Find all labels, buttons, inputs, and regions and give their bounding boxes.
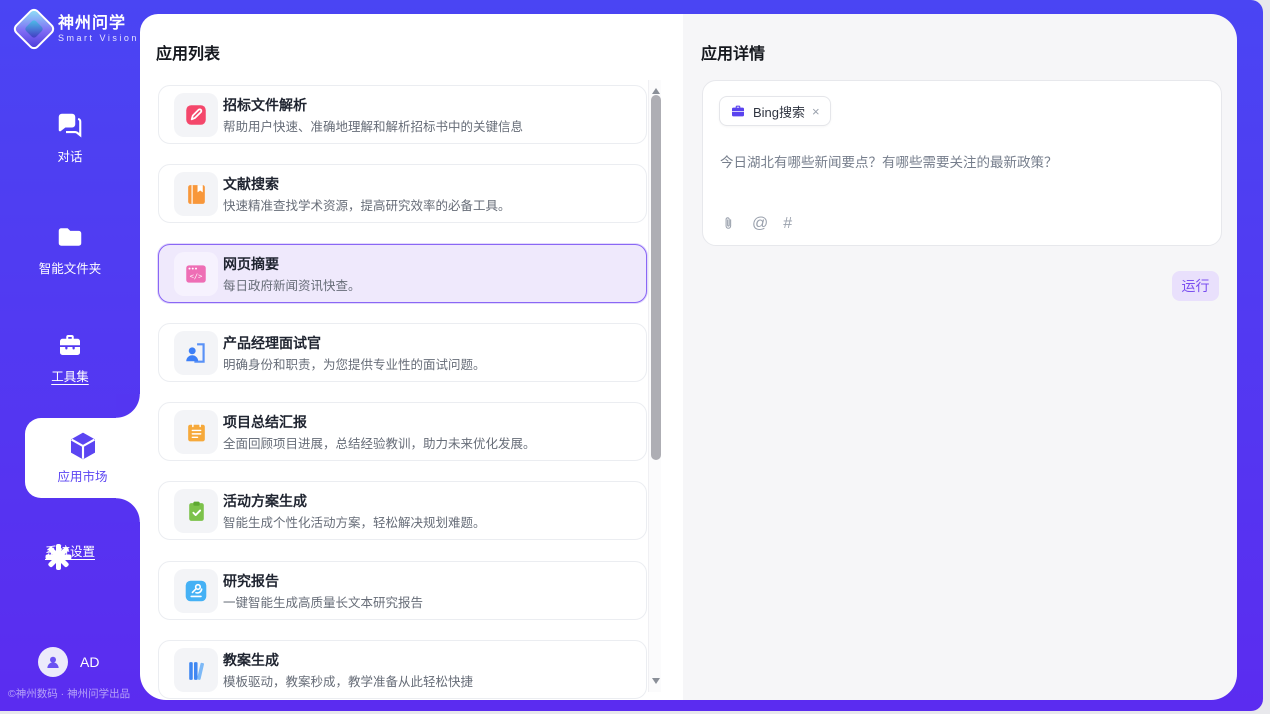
app-card[interactable]: 教案生成 模板驱动，教案秒成，教学准备从此轻松快捷 [158, 640, 647, 699]
app-list-panel: 应用列表 招标文件解析 帮助用户快速、准确地理解和解析招标书中的关键信息 文献搜… [140, 14, 683, 700]
cube-icon [67, 430, 99, 462]
app-card-description: 智能生成个性化活动方案，轻松解决规划难题。 [223, 512, 486, 531]
app-card-title: 教案生成 [223, 650, 279, 670]
app-card-title: 招标文件解析 [223, 95, 307, 115]
sidebar-item-settings[interactable]: 系统设置 [0, 541, 140, 561]
sidebar-footer: ©神州数码 · 神州问学出品 [8, 686, 140, 701]
chat-icon [55, 110, 85, 140]
person-icon [44, 653, 62, 671]
app-card-description: 模板驱动，教案秒成，教学准备从此轻松快捷 [223, 671, 473, 690]
app-card-title: 文献搜索 [223, 174, 279, 194]
book-icon [174, 172, 218, 216]
toolbox-icon [55, 330, 85, 360]
brand-name: 神州问学 [58, 15, 139, 33]
microscope-icon [174, 569, 218, 613]
app-card-description: 全面回顾项目进展，总结经验教训，助力未来优化发展。 [223, 433, 536, 452]
query-text[interactable]: 今日湖北有哪些新闻要点？有哪些需要关注的最新政策？ [720, 151, 1205, 171]
attachment-toolbar: @ # [720, 214, 792, 233]
avatar [38, 647, 68, 677]
pen-edit-icon [174, 93, 218, 137]
sidebar-item-chat[interactable]: 对话 [0, 110, 140, 166]
app-list-scrollbar[interactable] [648, 80, 661, 692]
app-detail-panel: 应用详情 Bing搜索 × 今日湖北有哪些新闻要点？有哪些需要关注的最新政策？ … [683, 14, 1237, 700]
svg-text:</>: </> [190, 272, 203, 281]
browser-code-icon: </> [174, 252, 218, 296]
folder-icon [55, 222, 85, 252]
app-card[interactable]: 研究报告 一键智能生成高质量长文本研究报告 [158, 561, 647, 620]
tool-tag-bing-search[interactable]: Bing搜索 × [719, 96, 831, 126]
interviewer-icon [174, 331, 218, 375]
app-card-title: 产品经理面试官 [223, 333, 321, 353]
books-icon [174, 648, 218, 692]
run-button[interactable]: 运行 [1172, 271, 1219, 301]
app-card-title: 活动方案生成 [223, 491, 307, 511]
sidebar-item-app-market[interactable]: 应用市场 [25, 418, 140, 498]
app-card[interactable]: 项目总结汇报 全面回顾项目进展，总结经验教训，助力未来优化发展。 [158, 402, 647, 461]
scroll-down-icon[interactable] [652, 678, 660, 684]
note-icon [174, 410, 218, 454]
app-window: 神州问学 Smart Vision 对话 智能文件夹 工具集 应用市场 系统设置 [0, 0, 1263, 711]
app-card-title: 网页摘要 [223, 254, 279, 274]
app-card[interactable]: 活动方案生成 智能生成个性化活动方案，轻松解决规划难题。 [158, 481, 647, 540]
sidebar-item-label: 应用市场 [57, 470, 107, 484]
app-card[interactable]: </> 网页摘要 每日政府新闻资讯快查。 [158, 244, 647, 303]
app-card-description: 每日政府新闻资讯快查。 [223, 275, 361, 294]
query-input-card[interactable]: Bing搜索 × 今日湖北有哪些新闻要点？有哪些需要关注的最新政策？ @ # [702, 80, 1222, 246]
app-list-title: 应用列表 [156, 40, 220, 64]
app-card[interactable]: 文献搜索 快速精准查找学术资源，提高研究效率的必备工具。 [158, 164, 647, 223]
app-card-description: 快速精准查找学术资源，提高研究效率的必备工具。 [223, 195, 511, 214]
scroll-up-icon[interactable] [652, 88, 660, 94]
sidebar-item-label: 工具集 [51, 370, 89, 384]
app-detail-title: 应用详情 [701, 40, 765, 64]
app-card-description: 帮助用户快速、准确地理解和解析招标书中的关键信息 [223, 116, 523, 135]
app-card-description: 明确身份和职责，为您提供专业性的面试问题。 [223, 354, 486, 373]
at-sign-icon[interactable]: @ [752, 215, 768, 233]
user-account[interactable]: AD [38, 647, 99, 677]
sidebar-item-smart-folder[interactable]: 智能文件夹 [0, 222, 140, 278]
brand-subtitle: Smart Vision [58, 33, 139, 43]
brand-logo-icon [11, 6, 56, 51]
clipboard-check-icon [174, 489, 218, 533]
user-initials: AD [80, 654, 99, 670]
app-card-title: 研究报告 [223, 571, 279, 591]
app-card-description: 一键智能生成高质量长文本研究报告 [223, 592, 423, 611]
brand-logo: 神州问学 Smart Vision [18, 13, 139, 45]
sidebar: 神州问学 Smart Vision 对话 智能文件夹 工具集 应用市场 系统设置 [0, 0, 140, 711]
sidebar-item-toolset[interactable]: 工具集 [0, 330, 140, 386]
app-card-title: 项目总结汇报 [223, 412, 307, 432]
hash-icon[interactable]: # [783, 215, 792, 233]
app-card[interactable]: 产品经理面试官 明确身份和职责，为您提供专业性的面试问题。 [158, 323, 647, 382]
scrollbar-thumb[interactable] [651, 95, 661, 460]
close-icon[interactable]: × [812, 105, 820, 118]
app-card[interactable]: 招标文件解析 帮助用户快速、准确地理解和解析招标书中的关键信息 [158, 85, 647, 144]
tool-tag-label: Bing搜索 [753, 102, 805, 121]
sidebar-item-label: 智能文件夹 [39, 262, 102, 276]
sidebar-item-label: 对话 [57, 150, 82, 164]
briefcase-icon [730, 103, 746, 119]
paperclip-icon[interactable] [720, 214, 737, 233]
